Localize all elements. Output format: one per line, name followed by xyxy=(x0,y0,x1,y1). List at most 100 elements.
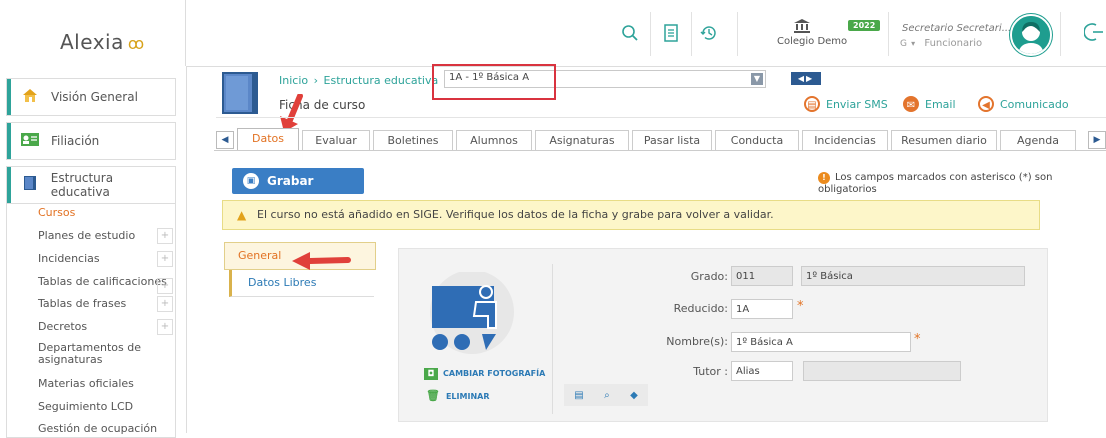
required-asterisk: * xyxy=(914,332,921,347)
document-icon[interactable] xyxy=(654,16,688,50)
topbar-divider xyxy=(185,0,186,66)
card-icon[interactable]: ▤ xyxy=(574,390,583,401)
nombre-input[interactable]: 1º Básica A xyxy=(731,332,911,352)
user-role[interactable]: G ▾ Funcionario xyxy=(900,38,1012,49)
user-role-label: Funcionario xyxy=(924,38,983,49)
email-button[interactable]: ✉ Email xyxy=(903,96,956,112)
expand-plus-icon[interactable]: + xyxy=(157,278,173,294)
expand-plus-icon[interactable]: + xyxy=(157,228,173,244)
send-sms-label: Enviar SMS xyxy=(826,97,888,111)
search-icon[interactable]: ⌕ xyxy=(604,390,610,401)
delete-photo-button[interactable]: 🗑 ELIMINAR xyxy=(426,389,490,402)
tab-resumen-diario[interactable]: Resumen diario xyxy=(891,130,997,151)
course-photo[interactable] xyxy=(424,270,520,356)
user-role-prefix: G xyxy=(900,39,907,49)
sidebar-item-accent xyxy=(7,79,11,115)
grado-code-value: 011 xyxy=(736,271,756,282)
camera-icon: ◘ xyxy=(424,368,438,380)
eraser-icon[interactable]: ◆ xyxy=(630,390,638,401)
grado-name-field: 1º Básica xyxy=(801,266,1025,286)
expand-plus-icon[interactable]: + xyxy=(157,251,173,267)
save-button[interactable]: ▣ Grabar xyxy=(232,168,364,194)
tutor-label: Tutor : xyxy=(693,365,728,378)
tab-pasar-lista[interactable]: Pasar lista xyxy=(632,130,712,151)
school-name[interactable]: Colegio Demo xyxy=(777,36,847,47)
subitem-tablas-de-frases[interactable]: Tablas de frases xyxy=(38,297,126,310)
tab-asignaturas[interactable]: Asignaturas xyxy=(535,130,629,151)
prev-next-arrows[interactable]: ◀▶ xyxy=(791,72,821,85)
communique-button[interactable]: ◀ Comunicado xyxy=(978,96,1069,112)
warning-banner: ▲ El curso no está añadido en SIGE. Veri… xyxy=(222,200,1040,230)
warning-icon: ▲ xyxy=(237,208,247,222)
reducido-label: Reducido: xyxy=(673,302,728,315)
nombre-value: 1º Básica A xyxy=(736,337,793,348)
sidebar-item-filiacion[interactable]: Filiación xyxy=(6,122,176,160)
subitem-seguimiento-lcd[interactable]: Seguimiento LCD xyxy=(38,400,133,413)
change-photo-label: CAMBIAR FOTOGRAFÍA xyxy=(443,369,546,378)
filiation-icon xyxy=(17,132,43,151)
history-icon[interactable] xyxy=(692,16,726,50)
year-badge[interactable]: 2022 xyxy=(848,20,881,31)
delete-photo-label: ELIMINAR xyxy=(445,392,490,401)
expand-plus-icon[interactable]: + xyxy=(157,319,173,335)
home-icon xyxy=(17,88,43,107)
communique-label: Comunicado xyxy=(1000,97,1069,111)
sidebar-item-label: Filiación xyxy=(51,134,100,148)
chevron-down-icon[interactable]: ▼ xyxy=(751,73,763,85)
header-divider xyxy=(216,117,1106,118)
email-label: Email xyxy=(925,97,956,111)
breadcrumb-estructura[interactable]: Estructura educativa xyxy=(324,74,439,87)
subitem-departamentos-de-asignaturas[interactable]: Departamentos de asignaturas xyxy=(38,342,148,366)
save-label: Grabar xyxy=(267,174,314,188)
nombre-label: Nombre(s): xyxy=(666,335,728,348)
user-name[interactable]: Secretario Secretari... xyxy=(902,23,1011,34)
chevron-down-icon: ▾ xyxy=(911,39,916,48)
tab-boletines[interactable]: Boletines xyxy=(373,130,453,151)
avatar[interactable] xyxy=(1010,14,1052,56)
logo-text: Alexia xyxy=(60,30,124,54)
grado-label: Grado: xyxy=(690,270,728,283)
email-icon: ✉ xyxy=(903,96,919,112)
side-tab-datos-libres-label: Datos Libres xyxy=(248,276,317,289)
subitem-incidencias[interactable]: Incidencias xyxy=(38,252,100,265)
tab-alumnos[interactable]: Alumnos xyxy=(456,130,532,151)
subitem-cursos[interactable]: Cursos xyxy=(38,206,75,219)
trash-icon: 🗑 xyxy=(426,389,440,402)
tabs-baseline xyxy=(214,150,1106,151)
send-sms-button[interactable]: ▤ Enviar SMS xyxy=(804,96,888,112)
app-logo[interactable]: Alexia ꝏ xyxy=(60,30,145,54)
tutor-alias-input[interactable]: Alias xyxy=(731,361,793,381)
breadcrumb: Inicio › Estructura educativa › xyxy=(279,74,450,87)
subitem-gestion-de-ocupacion[interactable]: Gestión de ocupación xyxy=(38,422,157,435)
logout-icon[interactable] xyxy=(1083,22,1104,47)
subitem-materias-oficiales[interactable]: Materias oficiales xyxy=(38,377,134,390)
tabs-scroll-left-icon[interactable]: ◀ xyxy=(216,131,234,149)
sms-icon: ▤ xyxy=(804,96,820,112)
breadcrumb-separator: › xyxy=(313,74,319,87)
info-icon: ! xyxy=(818,172,830,184)
tab-evaluar[interactable]: Evaluar xyxy=(302,130,370,151)
change-photo-button[interactable]: ◘ CAMBIAR FOTOGRAFÍA xyxy=(424,368,545,380)
sidebar-item-vision-general[interactable]: Visión General xyxy=(6,78,176,116)
required-asterisk: * xyxy=(797,299,804,314)
search-icon[interactable] xyxy=(613,16,647,50)
tab-datos[interactable]: Datos xyxy=(237,128,299,151)
tutor-alias-placeholder: Alias xyxy=(736,366,760,377)
subitem-tablas-de-calificaciones[interactable]: Tablas de calificaciones xyxy=(38,275,167,288)
breadcrumb-inicio[interactable]: Inicio xyxy=(279,74,308,87)
expand-plus-icon[interactable]: + xyxy=(157,296,173,312)
reducido-input[interactable]: 1A xyxy=(731,299,793,319)
tabs-scroll-right-icon[interactable]: ▶ xyxy=(1088,131,1106,149)
tab-conducta[interactable]: Conducta xyxy=(715,130,799,151)
required-note: ! Los campos marcados con asterisco (*) s… xyxy=(818,172,1106,195)
topbar-separator xyxy=(1060,12,1061,56)
tab-incidencias[interactable]: Incidencias xyxy=(802,130,888,151)
side-tab-datos-libres[interactable]: Datos Libres xyxy=(229,270,374,297)
megaphone-icon: ◀ xyxy=(978,96,994,112)
sidebar-item-accent xyxy=(7,123,11,159)
sidebar-item-label: Visión General xyxy=(51,90,138,104)
warning-text: El curso no está añadido en SIGE. Verifi… xyxy=(257,208,774,221)
tab-agenda[interactable]: Agenda xyxy=(1000,130,1076,151)
subitem-planes-de-estudio[interactable]: Planes de estudio xyxy=(38,229,135,242)
subitem-decretos[interactable]: Decretos xyxy=(38,320,87,333)
